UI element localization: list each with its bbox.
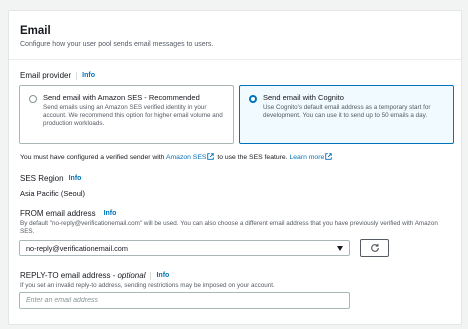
reply-to-optional-text: optional xyxy=(117,271,146,280)
email-provider-label: Email provider Info xyxy=(20,71,95,80)
reply-to-hint: If you set an invalid reply-to address, … xyxy=(20,282,275,289)
amazon-ses-link[interactable]: Amazon SES xyxy=(166,154,206,161)
provider-option-ses-description: Send emails using an Amazon SES verified… xyxy=(43,104,223,127)
ses-note-prefix: You must have configured a verified send… xyxy=(20,154,165,161)
ses-note-middle: to use the SES feature. xyxy=(217,154,288,161)
from-email-hint: By default "no-reply@verificationemail.c… xyxy=(20,220,438,235)
ses-region-info-link[interactable]: Info xyxy=(69,175,82,183)
provider-option-cognito-title: Send email with Cognito xyxy=(263,93,344,102)
email-panel: Email Configure how your user pool sends… xyxy=(8,10,462,325)
radio-ses[interactable] xyxy=(29,95,37,103)
provider-option-ses[interactable]: Send email with Amazon SES - Recommended… xyxy=(19,85,234,144)
learn-more-link[interactable]: Learn more xyxy=(289,154,324,161)
reply-to-info-link[interactable]: Info xyxy=(150,271,169,280)
email-provider-label-text: Email provider xyxy=(20,71,72,80)
provider-option-cognito[interactable]: Send email with Cognito Use Cognito's de… xyxy=(239,85,454,144)
ses-region-label-text: SES Region xyxy=(20,174,64,183)
reply-to-label: REPLY-TO email address - optional Info xyxy=(20,271,169,280)
ses-region-label: SES Region Info xyxy=(20,174,81,183)
refresh-button[interactable] xyxy=(360,239,389,257)
radio-cognito[interactable] xyxy=(249,95,257,103)
header-divider xyxy=(9,59,461,60)
provider-option-cognito-description: Use Cognito's default email address as a… xyxy=(263,104,431,119)
reply-to-email-input[interactable] xyxy=(19,292,350,309)
from-email-selected-value: no-reply@verificationemail.com xyxy=(26,243,128,253)
ses-region-value: Asia Pacific (Seoul) xyxy=(20,189,86,198)
from-email-label: FROM email address Info xyxy=(20,209,116,218)
section-subtitle: Configure how your user pool sends email… xyxy=(20,41,214,48)
reply-to-optional-marker: - optional xyxy=(112,271,146,280)
section-title: Email xyxy=(20,25,51,37)
external-link-icon xyxy=(325,153,333,160)
refresh-icon xyxy=(370,243,379,252)
provider-option-ses-title: Send email with Amazon SES - Recommended xyxy=(43,93,200,102)
external-link-icon xyxy=(207,153,215,160)
from-email-label-text: FROM email address xyxy=(20,209,96,218)
from-email-info-link[interactable]: Info xyxy=(104,210,117,218)
email-provider-info-link[interactable]: Info xyxy=(76,71,95,80)
from-email-select[interactable]: no-reply@verificationemail.com xyxy=(19,240,350,256)
ses-note: You must have configured a verified send… xyxy=(20,153,333,161)
caret-down-icon xyxy=(337,246,343,251)
reply-to-label-text: REPLY-TO email address xyxy=(20,271,111,280)
